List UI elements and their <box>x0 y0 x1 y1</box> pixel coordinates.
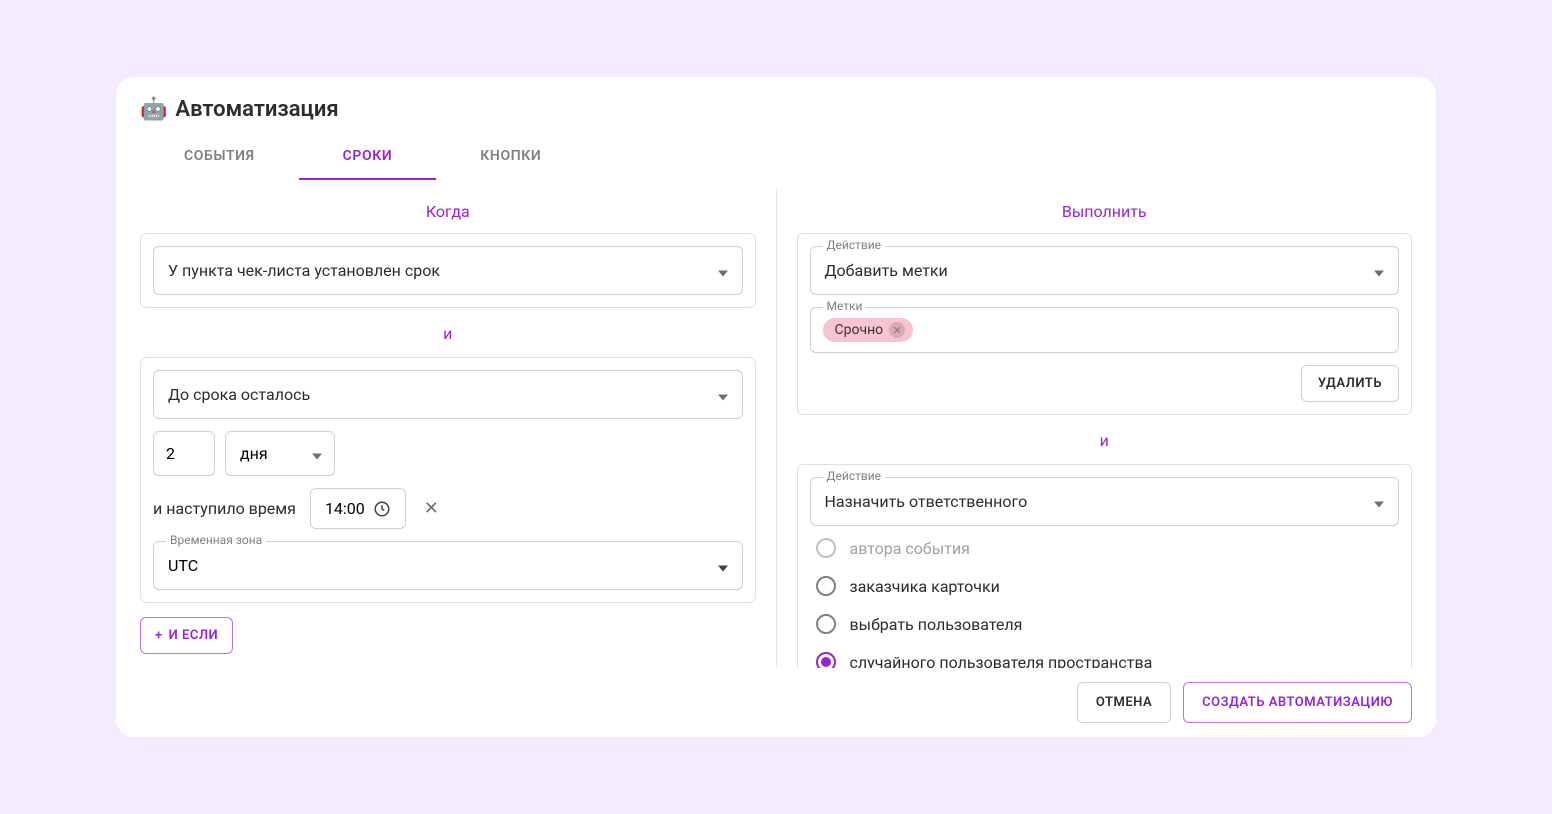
chip-label: Срочно <box>835 322 884 338</box>
clock-icon <box>373 500 391 518</box>
caret-down-icon <box>718 385 728 404</box>
action2-label: Действие <box>823 469 886 483</box>
caret-down-icon <box>1374 492 1384 511</box>
caret-down-icon <box>718 261 728 280</box>
amount-row: дня <box>153 431 743 476</box>
time-input[interactable]: 14:00 <box>310 488 406 529</box>
robot-icon: 🤖 <box>140 99 167 121</box>
amount-input[interactable] <box>153 431 215 476</box>
condition-panel: До срока осталось дня и наступи <box>140 357 756 603</box>
automation-dialog: 🤖 Автоматизация СОБЫТИЯ СРОКИ КНОПКИ Ког… <box>116 77 1436 737</box>
action2-value: Назначить ответственного <box>825 492 1028 511</box>
create-automation-button[interactable]: СОЗДАТЬ АВТОМАТИЗАЦИЮ <box>1183 682 1412 723</box>
radio-label: выбрать пользователя <box>850 615 1023 634</box>
dialog-footer: ОТМЕНА СОЗДАТЬ АВТОМАТИЗАЦИЮ <box>116 668 1436 737</box>
radio-card-requester[interactable]: заказчика карточки <box>816 576 1394 596</box>
add-condition-label: И ЕСЛИ <box>169 628 219 643</box>
chip-remove-icon[interactable]: ✕ <box>889 322 905 338</box>
relative-select[interactable]: До срока осталось <box>153 370 743 419</box>
time-value: 14:00 <box>325 499 365 518</box>
content: Когда У пункта чек-листа установлен срок… <box>116 180 1436 668</box>
radio-label: заказчика карточки <box>850 577 1000 596</box>
radio-label: автора события <box>850 539 970 558</box>
action1-value: Добавить метки <box>825 261 948 280</box>
radio-icon <box>816 538 836 558</box>
unit-value: дня <box>240 444 268 463</box>
radio-event-author: автора события <box>816 538 1394 558</box>
labels-input[interactable]: Метки Срочно ✕ <box>810 307 1400 353</box>
tab-deadlines[interactable]: СРОКИ <box>299 134 437 180</box>
trigger-select[interactable]: У пункта чек-листа установлен срок <box>153 246 743 295</box>
radio-label: случайного пользователя пространства <box>850 653 1153 669</box>
when-title: Когда <box>140 202 756 221</box>
action2-select[interactable]: Действие Назначить ответственного <box>810 477 1400 526</box>
add-condition-button[interactable]: + И ЕСЛИ <box>140 617 233 654</box>
caret-down-icon <box>312 444 322 463</box>
action-panel-2: Действие Назначить ответственного автора… <box>797 464 1413 668</box>
execute-title: Выполнить <box>797 202 1413 221</box>
trigger-value: У пункта чек-листа установлен срок <box>168 261 440 280</box>
cancel-button[interactable]: ОТМЕНА <box>1077 682 1171 723</box>
timezone-value: UTC <box>168 556 198 575</box>
time-row: и наступило время 14:00 ✕ <box>153 488 743 529</box>
dialog-title: Автоматизация <box>175 97 338 122</box>
delete-row: УДАЛИТЬ <box>810 365 1400 402</box>
tab-buttons[interactable]: КНОПКИ <box>436 134 585 180</box>
tab-events[interactable]: СОБЫТИЯ <box>140 134 299 180</box>
radio-icon <box>816 614 836 634</box>
radio-icon <box>816 576 836 596</box>
assignee-radio-group: автора события заказчика карточки выбрат… <box>810 526 1400 668</box>
radio-pick-user[interactable]: выбрать пользователя <box>816 614 1394 634</box>
dialog-header: 🤖 Автоматизация <box>116 97 1436 126</box>
time-label: и наступило время <box>153 499 296 518</box>
action1-label: Действие <box>823 238 886 252</box>
timezone-select[interactable]: Временная зона UTC <box>153 541 743 590</box>
and-connector: и <box>140 324 756 343</box>
action1-select[interactable]: Действие Добавить метки <box>810 246 1400 295</box>
tabs: СОБЫТИЯ СРОКИ КНОПКИ <box>116 126 1436 180</box>
delete-action-button[interactable]: УДАЛИТЬ <box>1301 365 1399 402</box>
chip-urgent: Срочно ✕ <box>823 318 914 342</box>
labels-label: Метки <box>823 299 867 313</box>
and-connector-right: и <box>797 431 1413 450</box>
clear-time-icon[interactable]: ✕ <box>420 494 443 523</box>
trigger-panel: У пункта чек-листа установлен срок <box>140 233 756 308</box>
plus-icon: + <box>155 628 163 643</box>
when-column: Когда У пункта чек-листа установлен срок… <box>140 188 776 668</box>
unit-select[interactable]: дня <box>225 431 335 476</box>
radio-random-user[interactable]: случайного пользователя пространства <box>816 652 1394 668</box>
caret-down-icon <box>718 556 728 575</box>
execute-column: Выполнить Действие Добавить метки Метки … <box>776 188 1413 668</box>
relative-value: До срока осталось <box>168 385 310 404</box>
caret-down-icon <box>1374 261 1384 280</box>
action-panel-1: Действие Добавить метки Метки Срочно ✕ У… <box>797 233 1413 415</box>
radio-icon <box>816 652 836 668</box>
timezone-label: Временная зона <box>166 533 266 547</box>
